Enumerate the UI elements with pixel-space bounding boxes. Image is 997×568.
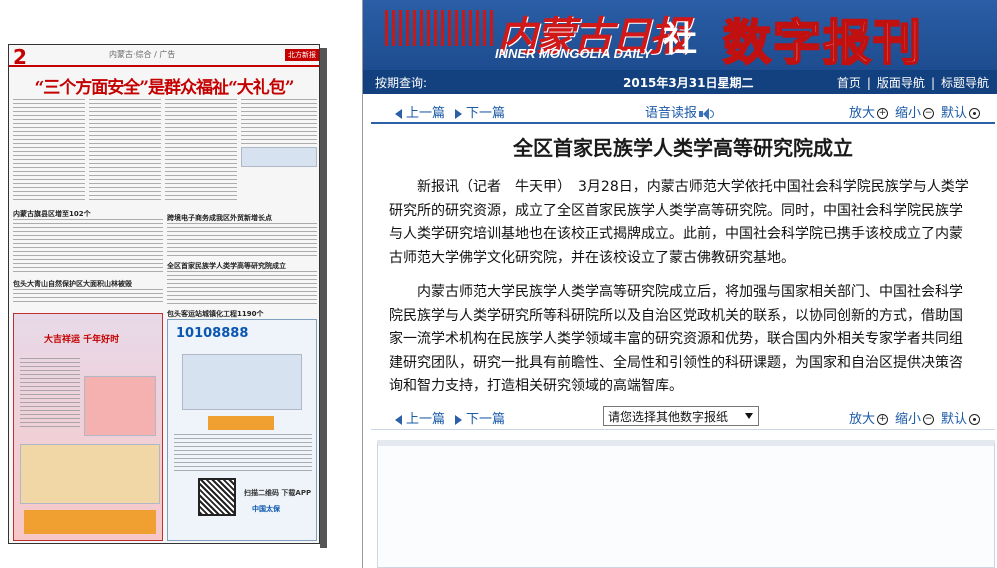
speaker-icon bbox=[699, 107, 715, 120]
divider: | bbox=[930, 76, 935, 90]
page-headline[interactable]: “三个方面安全”是群众福祉“大礼包” bbox=[9, 73, 319, 98]
article-body: 新报讯（记者 牛天甲） 3月28日，内蒙古师范大学依托中国社会科学院民族学与人类… bbox=[389, 176, 975, 410]
default-size-button[interactable]: 默认 bbox=[941, 102, 981, 121]
triangle-left-icon bbox=[395, 414, 402, 425]
ad-slogan: 大吉祥运 千年好时 bbox=[44, 335, 120, 345]
prev-article-link[interactable]: 上一篇 bbox=[395, 102, 445, 121]
masthead: 内蒙古日报 社 INNER MONGOLIA DAILY 数字报刊 bbox=[363, 0, 997, 70]
app-caption: 扫描二维码 下载APP bbox=[244, 489, 312, 497]
nav-links: 首页 | 版面导航 | 标题导航 bbox=[837, 74, 989, 91]
text-column bbox=[13, 99, 85, 203]
nav-bar: 按期查询: 2015年3月31日星期二 首页 | 版面导航 | 标题导航 bbox=[363, 70, 997, 94]
chevron-down-icon bbox=[745, 413, 753, 419]
ad-photo bbox=[182, 354, 302, 410]
zoom-out-label: 缩小 bbox=[895, 412, 922, 427]
voice-read-button[interactable]: 语音读报 bbox=[645, 102, 715, 121]
triangle-right-icon bbox=[455, 108, 462, 119]
next-label: 下一篇 bbox=[466, 412, 506, 427]
qr-code-icon bbox=[198, 478, 236, 516]
nav-link-titles[interactable]: 标题导航 bbox=[941, 76, 989, 90]
mongolian-script-logo bbox=[385, 10, 493, 46]
minus-circle-icon: − bbox=[923, 414, 935, 425]
article-toolbar-bottom: 上一篇 下一篇 请您选择其他数字报纸 放大 + 缩小 − 默认 bbox=[371, 404, 995, 430]
default-label: 默认 bbox=[941, 106, 968, 121]
newspaper-she: 社 bbox=[663, 20, 697, 60]
newspaper-page-panel: 2 内蒙古·综合 / 广告 北方新报 “三个方面安全”是群众福祉“大礼包” 内蒙… bbox=[0, 0, 363, 568]
page-header: 2 内蒙古·综合 / 广告 北方新报 bbox=[9, 45, 319, 69]
page-subhead[interactable]: 包头客运站城镇化工程1190个 bbox=[167, 309, 263, 319]
text-column bbox=[13, 289, 163, 305]
article-toolbar-top: 上一篇 下一篇 语音读报 放大 + 缩小 − 默认 bbox=[371, 98, 995, 124]
nav-link-layout[interactable]: 版面导航 bbox=[877, 76, 925, 90]
plus-circle-icon: + bbox=[877, 414, 889, 425]
prev-article-link[interactable]: 上一篇 bbox=[395, 408, 445, 427]
minus-circle-icon: − bbox=[923, 108, 935, 119]
text-column bbox=[165, 99, 237, 203]
issue-date: 2015年3月31日星期二 bbox=[623, 76, 754, 90]
article-panel: 内蒙古日报 社 INNER MONGOLIA DAILY 数字报刊 按期查询: … bbox=[363, 0, 997, 568]
triangle-right-icon bbox=[455, 414, 462, 425]
ad-product-image bbox=[20, 444, 160, 504]
newspaper-english-title: INNER MONGOLIA DAILY bbox=[495, 46, 652, 61]
article-paragraph: 新报讯（记者 牛天甲） 3月28日，内蒙古师范大学依托中国社会科学院民族学与人类… bbox=[389, 179, 969, 266]
page-number: 2 bbox=[13, 45, 27, 69]
app-root: 2 内蒙古·综合 / 广告 北方新报 “三个方面安全”是群众福祉“大礼包” 内蒙… bbox=[0, 0, 997, 568]
next-article-link[interactable]: 下一篇 bbox=[455, 408, 505, 427]
radio-circle-icon bbox=[969, 108, 981, 119]
page-tag: 北方新报 bbox=[285, 49, 319, 61]
zoom-in-button[interactable]: 放大 + bbox=[849, 408, 889, 427]
paper-select-value: 请您选择其他数字报纸 bbox=[608, 410, 729, 424]
default-label: 默认 bbox=[941, 412, 968, 427]
text-column bbox=[89, 99, 161, 203]
text-column bbox=[167, 223, 317, 257]
ad-text bbox=[174, 434, 312, 474]
ad-product-image bbox=[84, 376, 156, 436]
zoom-in-label: 放大 bbox=[849, 412, 876, 427]
prev-label: 上一篇 bbox=[406, 106, 446, 121]
ad-footer: 中国太保 bbox=[252, 505, 280, 513]
page-section: 内蒙古·综合 / 广告 bbox=[109, 50, 176, 59]
other-paper-select[interactable]: 请您选择其他数字报纸 bbox=[603, 406, 759, 426]
nav-link-home[interactable]: 首页 bbox=[837, 76, 861, 90]
triangle-left-icon bbox=[395, 108, 402, 119]
default-size-button[interactable]: 默认 bbox=[941, 408, 981, 427]
digital-edition-title: 数字报刊 bbox=[722, 14, 924, 70]
text-column bbox=[241, 99, 317, 145]
text-column bbox=[13, 219, 163, 275]
ad-text bbox=[20, 358, 80, 428]
footer-panel bbox=[377, 440, 995, 568]
page-ad-strip bbox=[241, 147, 317, 167]
article-title: 全区首家民族学人类学高等研究院成立 bbox=[513, 136, 853, 160]
zoom-in-label: 放大 bbox=[849, 106, 876, 121]
text-column bbox=[167, 271, 317, 307]
page-shadow bbox=[320, 48, 327, 548]
page-subhead[interactable]: 全区首家民族学人类学高等研究院成立 bbox=[167, 261, 286, 271]
ad-orange-banner bbox=[208, 416, 274, 430]
divider: | bbox=[866, 76, 871, 90]
page-subhead[interactable]: 跨境电子商务成我区外贸新增长点 bbox=[167, 213, 272, 223]
page-ad-left: 大吉祥运 千年好时 bbox=[13, 313, 163, 541]
page-subhead[interactable]: 包头大青山自然保护区大面积山林被毁 bbox=[13, 279, 132, 289]
radio-circle-icon bbox=[969, 414, 981, 425]
zoom-out-button[interactable]: 缩小 − bbox=[895, 102, 935, 121]
plus-circle-icon: + bbox=[877, 108, 889, 119]
zoom-out-label: 缩小 bbox=[895, 106, 922, 121]
zoom-in-button[interactable]: 放大 + bbox=[849, 102, 889, 121]
zoom-out-button[interactable]: 缩小 − bbox=[895, 408, 935, 427]
page-ad-right: 10108888 扫描二维码 下载APP 中国太保 bbox=[167, 319, 317, 541]
ad-phone: 10108888 bbox=[176, 326, 249, 341]
newspaper-page-image[interactable]: 2 内蒙古·综合 / 广告 北方新报 “三个方面安全”是群众福祉“大礼包” 内蒙… bbox=[8, 44, 320, 544]
prev-label: 上一篇 bbox=[406, 412, 446, 427]
voice-label: 语音读报 bbox=[645, 106, 698, 121]
article-paragraph: 内蒙古师范大学民族学人类学高等研究院成立后，将加强与国家相关部门、中国社会科学院… bbox=[389, 284, 963, 394]
date-query-label[interactable]: 按期查询: bbox=[375, 74, 427, 91]
next-article-link[interactable]: 下一篇 bbox=[455, 102, 505, 121]
ad-button-strip bbox=[24, 510, 156, 534]
page-subhead[interactable]: 内蒙古旗县区增至102个 bbox=[13, 209, 91, 219]
next-label: 下一篇 bbox=[466, 106, 506, 121]
